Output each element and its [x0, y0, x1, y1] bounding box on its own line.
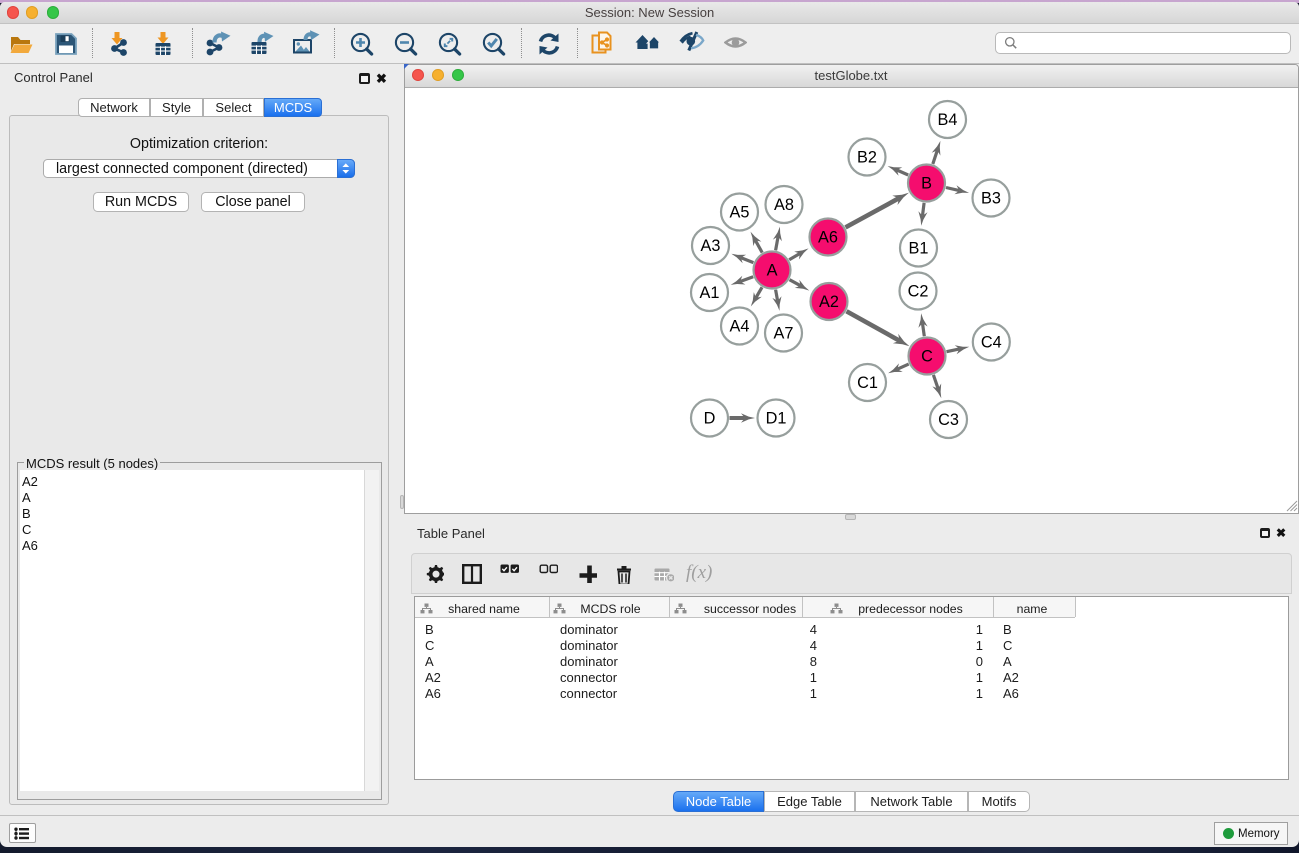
svg-text:A6: A6: [818, 229, 838, 247]
svg-text:D: D: [704, 410, 716, 428]
svg-text:A4: A4: [730, 318, 750, 336]
svg-text:A1: A1: [700, 284, 720, 302]
svg-text:A5: A5: [730, 204, 750, 222]
svg-text:A7: A7: [774, 325, 794, 343]
svg-text:A8: A8: [774, 196, 794, 214]
svg-text:C3: C3: [938, 411, 959, 429]
svg-text:B: B: [921, 175, 932, 193]
svg-text:D1: D1: [766, 410, 787, 428]
svg-text:B3: B3: [981, 190, 1001, 208]
svg-text:B2: B2: [857, 149, 877, 167]
svg-text:C: C: [921, 348, 933, 366]
svg-text:B1: B1: [909, 240, 929, 258]
svg-text:B4: B4: [938, 111, 958, 129]
svg-text:C4: C4: [981, 334, 1002, 352]
svg-text:A3: A3: [701, 237, 721, 255]
svg-text:C1: C1: [857, 374, 878, 392]
svg-text:A: A: [767, 262, 778, 280]
svg-text:C2: C2: [908, 283, 929, 301]
svg-text:A2: A2: [819, 293, 839, 311]
